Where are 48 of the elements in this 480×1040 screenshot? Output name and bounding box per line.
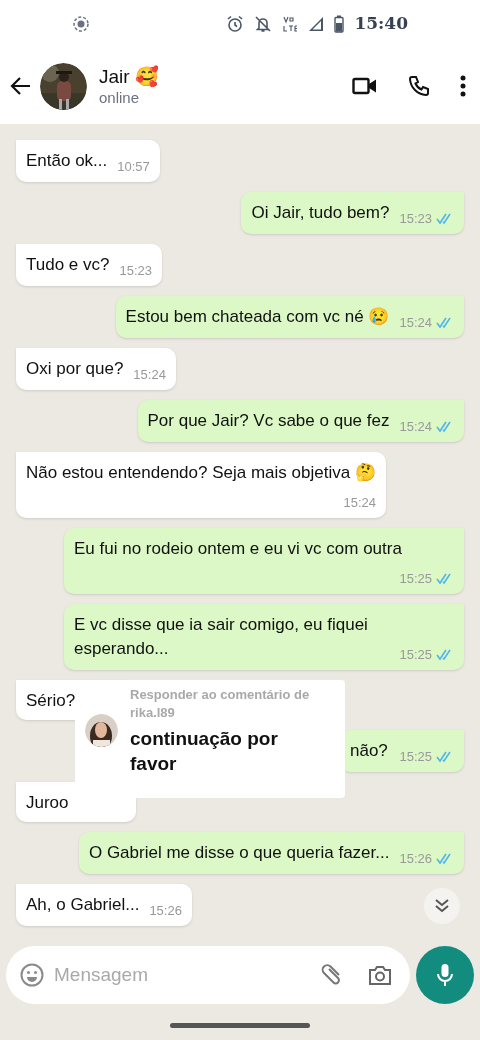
- message-text: E vc disse que ia sair comigo, eu fiquei esperando...: [74, 615, 368, 658]
- microphone-icon: [436, 963, 454, 987]
- message-time: 15:24: [133, 367, 166, 383]
- message-text: O Gabriel me disse o que queria fazer...: [88, 843, 390, 862]
- signal-icon: [308, 16, 325, 32]
- contact-status: online: [99, 89, 141, 107]
- clock: 15:40: [354, 12, 408, 36]
- more-options-icon[interactable]: [460, 75, 466, 97]
- message-text: Ah, o Gabriel...: [26, 895, 140, 914]
- comment-text: continuação por favor: [130, 727, 279, 776]
- phone-icon[interactable]: [408, 75, 430, 97]
- message-text: Oi Jair, tudo bem?: [251, 203, 390, 222]
- volte-icon: [282, 15, 299, 33]
- contact-name: Jair 🥰: [99, 65, 159, 89]
- message-time: 10:57: [117, 159, 150, 175]
- message-text: Sério?: [26, 691, 76, 710]
- message-time: 15:26: [399, 851, 432, 867]
- message-field[interactable]: Mensagem: [54, 960, 310, 990]
- message-text: Por que Jair? Vc sabe o que fez: [147, 411, 390, 430]
- scroll-down-button[interactable]: [424, 888, 460, 924]
- message-time: 15:24: [399, 315, 432, 331]
- message-text: Oxi por que?: [26, 359, 124, 378]
- message-text: Eu fui no rodeio ontem e eu vi vc com outra: [74, 539, 402, 558]
- message-text: Juroo: [26, 793, 69, 812]
- message-text: não?: [350, 741, 388, 760]
- alarm-icon: [226, 15, 245, 33]
- message-time: 15:23: [399, 211, 432, 227]
- reply-caption: Responder ao comentário de rika.l89: [130, 686, 311, 722]
- message-text: Tudo e vc?: [26, 255, 110, 274]
- message-time: 15:25: [399, 571, 432, 587]
- message-time: 15:23: [119, 263, 153, 279]
- back-arrow-icon[interactable]: [10, 75, 32, 97]
- message-bar[interactable]: Mensagem: [6, 946, 410, 1004]
- message-time: 15:24: [399, 419, 432, 435]
- message-time: 15:24: [343, 495, 376, 511]
- message-text: Estou bem chateada com vc né 😢: [125, 307, 390, 326]
- message-time: 15:26: [149, 903, 182, 919]
- microphone-button[interactable]: [416, 946, 474, 1004]
- message-text: Então ok...: [26, 151, 108, 170]
- muted-bell-icon: [254, 15, 273, 33]
- message-time: 15:25: [399, 647, 432, 663]
- emoji-icon[interactable]: [20, 963, 44, 987]
- message-text: Não estou entendendo? Seja mais objetiva 🤔: [26, 463, 376, 482]
- screen-record-icon: [72, 15, 90, 33]
- camera-icon[interactable]: [368, 964, 392, 986]
- message-time: 15:25: [399, 749, 432, 765]
- video-call-icon[interactable]: [352, 76, 378, 96]
- battery-icon: [334, 15, 345, 33]
